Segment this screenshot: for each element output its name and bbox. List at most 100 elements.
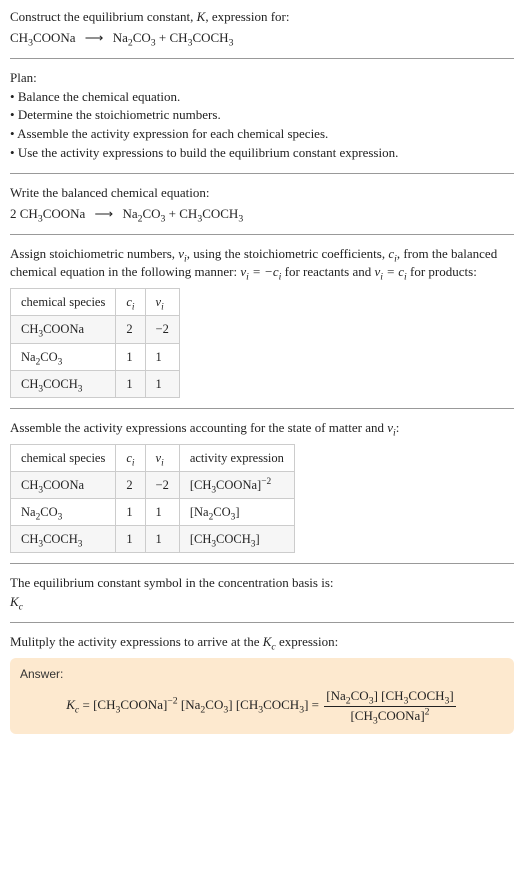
table-row: CH3COCH3 1 1	[11, 370, 180, 397]
kc-symbol: Kc	[10, 593, 514, 612]
term1: [CH3COONa]−2	[93, 697, 178, 712]
coefficient: 2	[10, 206, 17, 221]
plan-item-4: • Use the activity expressions to build …	[10, 144, 514, 163]
stoich-table-1: chemical species ci νi CH3COONa 2 −2 Na2…	[10, 288, 180, 398]
t: for reactants and	[281, 264, 374, 279]
arrow-icon: ⟶	[79, 29, 110, 48]
fraction: [Na2CO3] [CH3COCH3] [CH3COONa]2	[324, 687, 456, 726]
assemble-text: Assemble the activity expressions accoun…	[10, 419, 514, 438]
col-nui: νi	[145, 444, 179, 471]
product-2: CH3COCH3	[170, 30, 234, 45]
multiply-text: Mulitply the activity expressions to arr…	[10, 633, 514, 652]
cell-species: CH3COONa	[11, 316, 116, 343]
balanced-section: Write the balanced chemical equation: 2 …	[10, 184, 514, 224]
cell-nui: 1	[145, 498, 179, 525]
nu-symbol: νi	[387, 420, 396, 435]
col-ci: ci	[116, 444, 145, 471]
table-row: CH3COONa 2 −2 [CH3COONa]−2	[11, 471, 295, 498]
cell-nui: −2	[145, 316, 179, 343]
divider	[10, 58, 514, 59]
product-1: Na2CO3	[122, 206, 165, 221]
c: c	[19, 602, 23, 613]
table-header-row: chemical species ci νi activity expressi…	[11, 444, 295, 471]
cell-ci: 1	[116, 343, 145, 370]
t: for products:	[407, 264, 477, 279]
arrow-icon: ⟶	[89, 205, 120, 224]
balanced-intro: Write the balanced chemical equation:	[10, 184, 514, 203]
table-row: Na2CO3 1 1 [Na2CO3]	[11, 498, 295, 525]
col-species: chemical species	[11, 289, 116, 316]
col-ci: ci	[116, 289, 145, 316]
balanced-equation: 2 CH3COONa ⟶ Na2CO3 + CH3COCH3	[10, 205, 514, 224]
divider	[10, 408, 514, 409]
t: Mulitply the activity expressions to arr…	[10, 634, 263, 649]
multiply-section: Mulitply the activity expressions to arr…	[10, 633, 514, 734]
plan-item-1: • Balance the chemical equation.	[10, 88, 514, 107]
cell-species: CH3COCH3	[11, 370, 116, 397]
cell-nui: −2	[145, 471, 179, 498]
cell-activity: [CH3COONa]−2	[179, 471, 294, 498]
cell-nui: 1	[145, 526, 179, 553]
basis-section: The equilibrium constant symbol in the c…	[10, 574, 514, 612]
stoich-table-2: chemical species ci νi activity expressi…	[10, 444, 295, 554]
nu-symbol: νi	[178, 246, 187, 261]
assemble-section: Assemble the activity expressions accoun…	[10, 419, 514, 553]
basis-text: The equilibrium constant symbol in the c…	[10, 574, 514, 593]
divider	[10, 622, 514, 623]
K: K	[10, 594, 19, 609]
kc-inline: Kc	[263, 634, 276, 649]
table-row: CH3COONa 2 −2	[11, 316, 180, 343]
t: :	[396, 420, 400, 435]
t: expression:	[276, 634, 338, 649]
c-symbol: ci	[388, 246, 397, 261]
product-2: CH3COCH3	[179, 206, 243, 221]
cell-ci: 1	[116, 526, 145, 553]
answer-expression: Kc = [CH3COONa]−2 [Na2CO3] [CH3COCH3] = …	[20, 687, 504, 726]
plan-item-4-text: Use the activity expressions to build th…	[18, 145, 399, 160]
eq-products: νi = ci	[375, 264, 407, 279]
prompt-text-1: Construct the equilibrium constant,	[10, 9, 197, 24]
t: Assemble the activity expressions accoun…	[10, 420, 387, 435]
cell-nui: 1	[145, 370, 179, 397]
product-1: Na2CO3	[113, 30, 156, 45]
plan-title: Plan:	[10, 69, 514, 88]
plan-item-1-text: Balance the chemical equation.	[18, 89, 180, 104]
cell-activity: [Na2CO3]	[179, 498, 294, 525]
plus: +	[159, 30, 170, 45]
plan-item-3: • Assemble the activity expression for e…	[10, 125, 514, 144]
equals: =	[79, 697, 93, 712]
cell-species: CH3COONa	[11, 471, 116, 498]
prompt-text-2: , expression for:	[205, 9, 289, 24]
answer-box: Answer: Kc = [CH3COONa]−2 [Na2CO3] [CH3C…	[10, 658, 514, 734]
cell-ci: 1	[116, 370, 145, 397]
col-species: chemical species	[11, 444, 116, 471]
term2: [Na2CO3] [CH3COCH3] =	[178, 697, 323, 712]
plan-item-2: • Determine the stoichiometric numbers.	[10, 106, 514, 125]
cell-species: Na2CO3	[11, 498, 116, 525]
col-nui: νi	[145, 289, 179, 316]
col-activity: activity expression	[179, 444, 294, 471]
plan-section: Plan: • Balance the chemical equation. •…	[10, 69, 514, 163]
cell-ci: 2	[116, 316, 145, 343]
cell-ci: 2	[116, 471, 145, 498]
cell-nui: 1	[145, 343, 179, 370]
cell-species: Na2CO3	[11, 343, 116, 370]
unbalanced-equation: CH3COONa ⟶ Na2CO3 + CH3COCH3	[10, 29, 514, 48]
reactant: CH3COONa	[20, 206, 86, 221]
divider	[10, 173, 514, 174]
fraction-numerator: [Na2CO3] [CH3COCH3]	[324, 687, 456, 707]
table-header-row: chemical species ci νi	[11, 289, 180, 316]
problem-statement: Construct the equilibrium constant, K, e…	[10, 8, 514, 48]
assign-section: Assign stoichiometric numbers, νi, using…	[10, 245, 514, 398]
divider	[10, 234, 514, 235]
cell-ci: 1	[116, 498, 145, 525]
table-row: CH3COCH3 1 1 [CH3COCH3]	[11, 526, 295, 553]
plan-item-3-text: Assemble the activity expression for eac…	[17, 126, 328, 141]
eq-reactants: νi = −ci	[240, 264, 281, 279]
cell-activity: [CH3COCH3]	[179, 526, 294, 553]
assign-text: Assign stoichiometric numbers, νi, using…	[10, 245, 514, 283]
table-row: Na2CO3 1 1	[11, 343, 180, 370]
t: Assign stoichiometric numbers,	[10, 246, 178, 261]
plan-item-2-text: Determine the stoichiometric numbers.	[18, 107, 221, 122]
answer-label: Answer:	[20, 666, 504, 683]
